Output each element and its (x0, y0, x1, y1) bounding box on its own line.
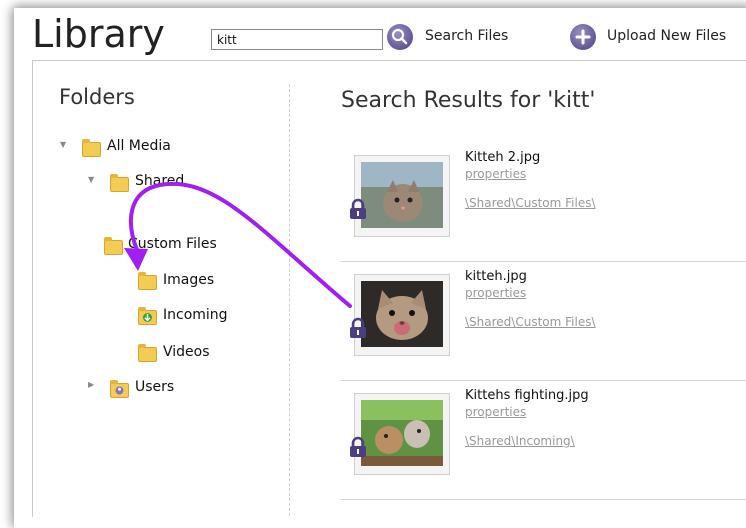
drag-arrow-annotation (124, 181, 352, 308)
